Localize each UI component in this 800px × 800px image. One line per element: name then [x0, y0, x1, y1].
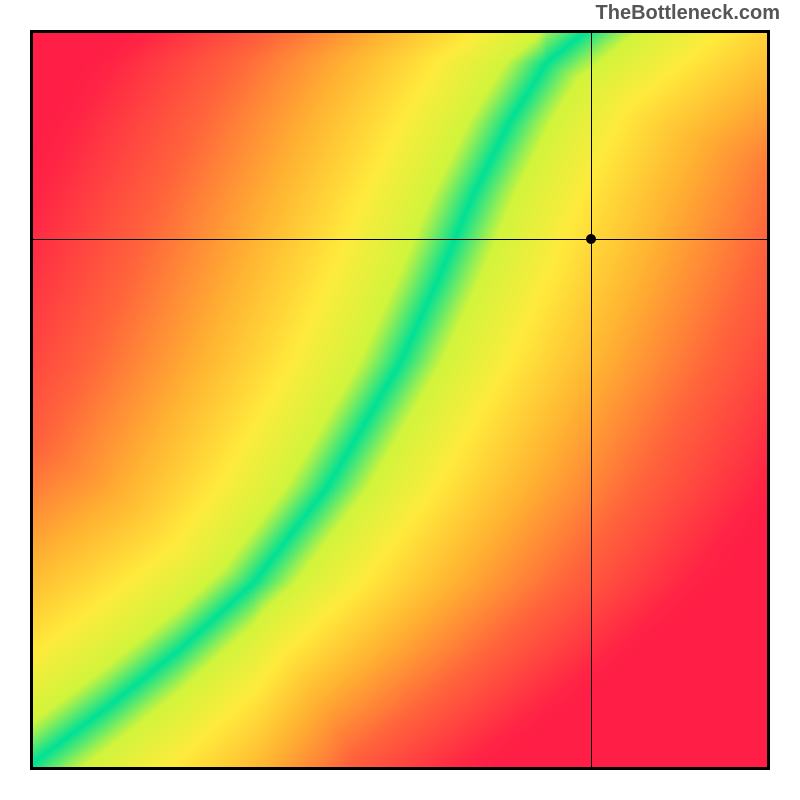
crosshair-vertical	[591, 33, 592, 767]
attribution-label: TheBottleneck.com	[596, 2, 780, 25]
crosshair-horizontal	[33, 239, 767, 240]
chart-container: TheBottleneck.com	[0, 0, 800, 800]
chart-frame	[30, 30, 770, 770]
heatmap-canvas	[33, 33, 767, 767]
crosshair-marker	[586, 234, 596, 244]
